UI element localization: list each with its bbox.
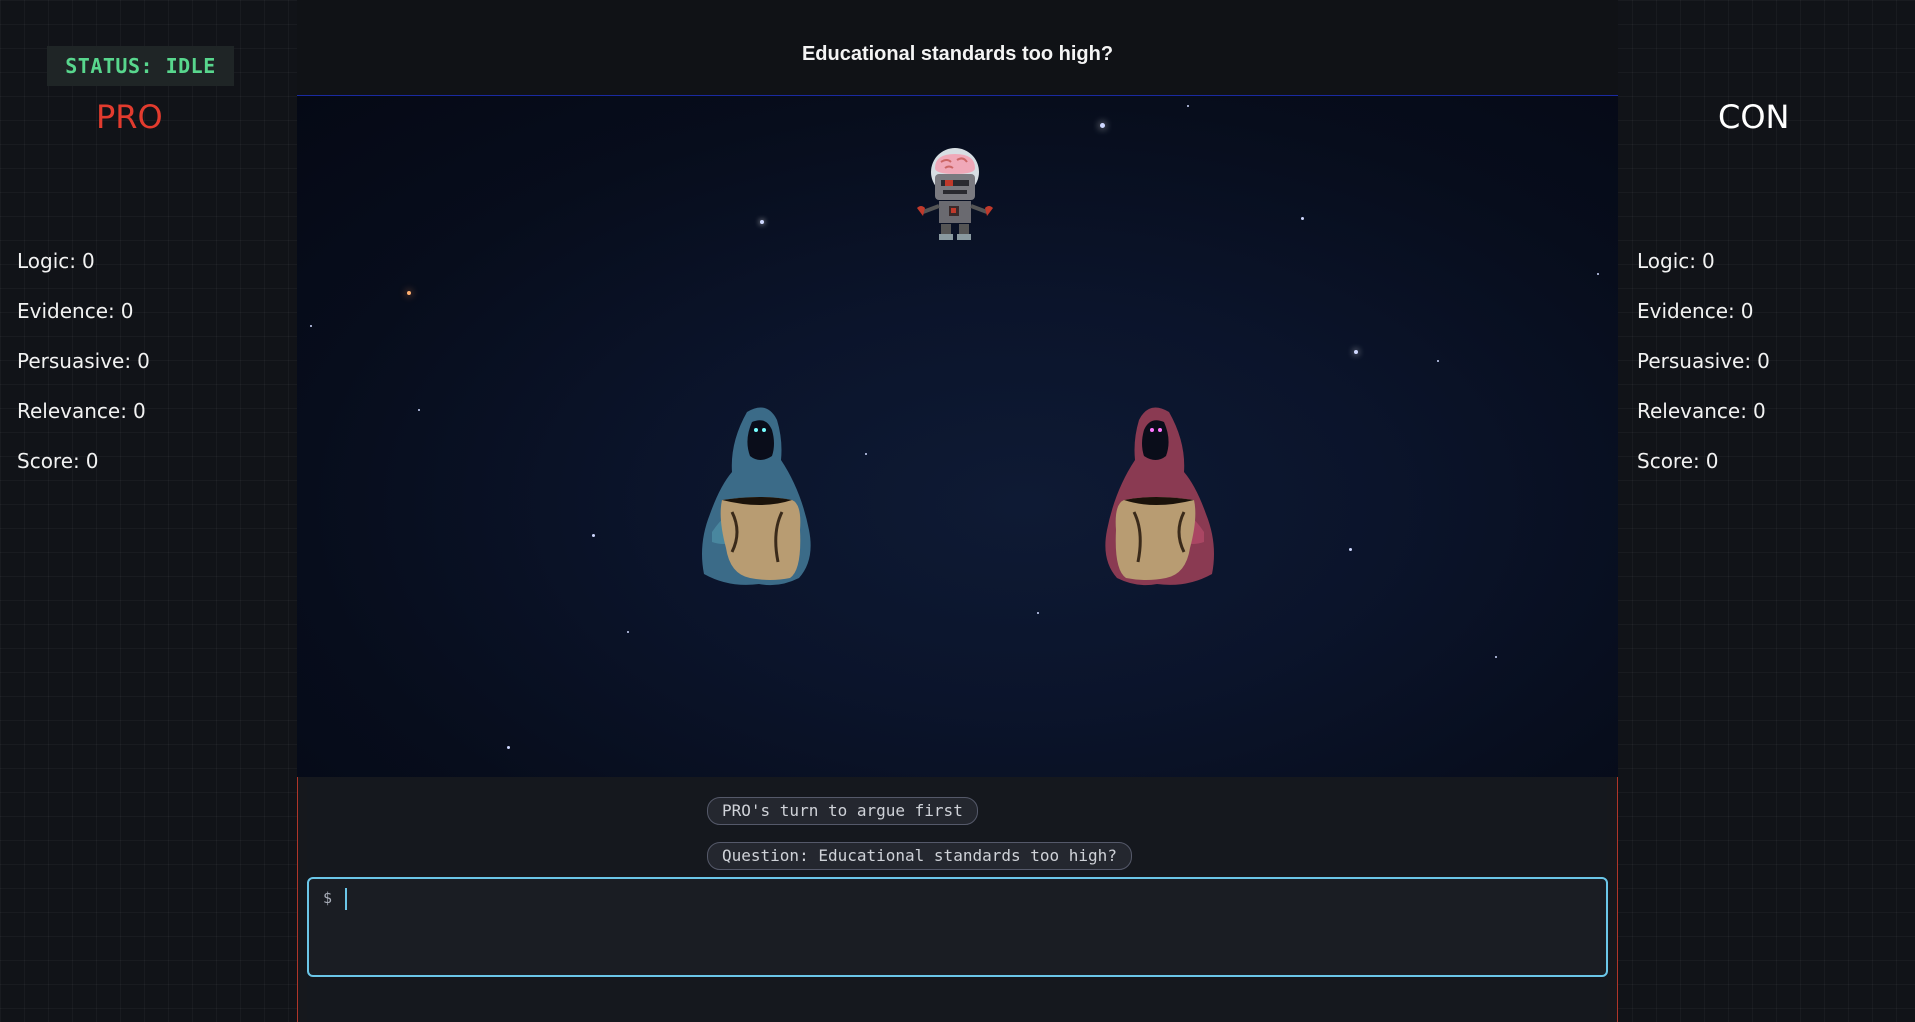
prompt-symbol: $ [323, 889, 333, 907]
star [1301, 217, 1304, 220]
pro-stat-evidence: Evidence: 0 [17, 299, 134, 323]
text-cursor [345, 888, 347, 910]
star [592, 534, 595, 537]
debate-stage [297, 96, 1618, 777]
star [1037, 612, 1039, 614]
con-stat-persuasive: Persuasive: 0 [1637, 349, 1770, 373]
star [418, 409, 420, 411]
status-badge: STATUS: IDLE [47, 46, 234, 86]
pro-stat-relevance: Relevance: 0 [17, 399, 146, 423]
con-stat-logic: Logic: 0 [1637, 249, 1715, 273]
pro-stat-persuasive: Persuasive: 0 [17, 349, 150, 373]
star [1597, 273, 1599, 275]
pro-stats: Logic: 0 Evidence: 0 Persuasive: 0 Relevanc… [17, 248, 150, 498]
star [1437, 360, 1439, 362]
con-stat-evidence: Evidence: 0 [1637, 299, 1754, 323]
star [1495, 656, 1497, 658]
con-cloaked-figure-icon [1105, 407, 1214, 586]
robot-judge-icon [917, 148, 993, 240]
star [310, 325, 312, 327]
star [865, 453, 867, 455]
star [1349, 548, 1352, 551]
star [1187, 105, 1189, 107]
star [407, 291, 411, 295]
star [760, 220, 764, 224]
pro-title: PRO [96, 98, 163, 136]
page-title: Educational standards too high? [801, 43, 1114, 65]
argument-input[interactable]: $ [307, 877, 1608, 977]
topic-header: Educational standards too high? [297, 0, 1618, 96]
con-stats: Logic: 0 Evidence: 0 Persuasive: 0 Relevanc… [1637, 248, 1770, 498]
pro-stat-score: Score: 0 [17, 449, 99, 473]
con-stat-relevance: Relevance: 0 [1637, 399, 1766, 423]
pro-cloaked-figure-icon [702, 407, 811, 586]
log-message: PRO's turn to argue first [707, 797, 978, 825]
log-message: Question: Educational standards too high… [707, 842, 1132, 870]
con-title: CON [1718, 98, 1790, 136]
con-stat-score: Score: 0 [1637, 449, 1719, 473]
pro-stat-logic: Logic: 0 [17, 249, 95, 273]
pro-panel: STATUS: IDLE PRO Logic: 0 Evidence: 0 Pers… [0, 0, 297, 1022]
star [627, 631, 629, 633]
star [507, 746, 510, 749]
star [1354, 350, 1358, 354]
star [1100, 123, 1105, 128]
con-panel: CON Logic: 0 Evidence: 0 Persuasive: 0 Rele… [1618, 0, 1915, 1022]
